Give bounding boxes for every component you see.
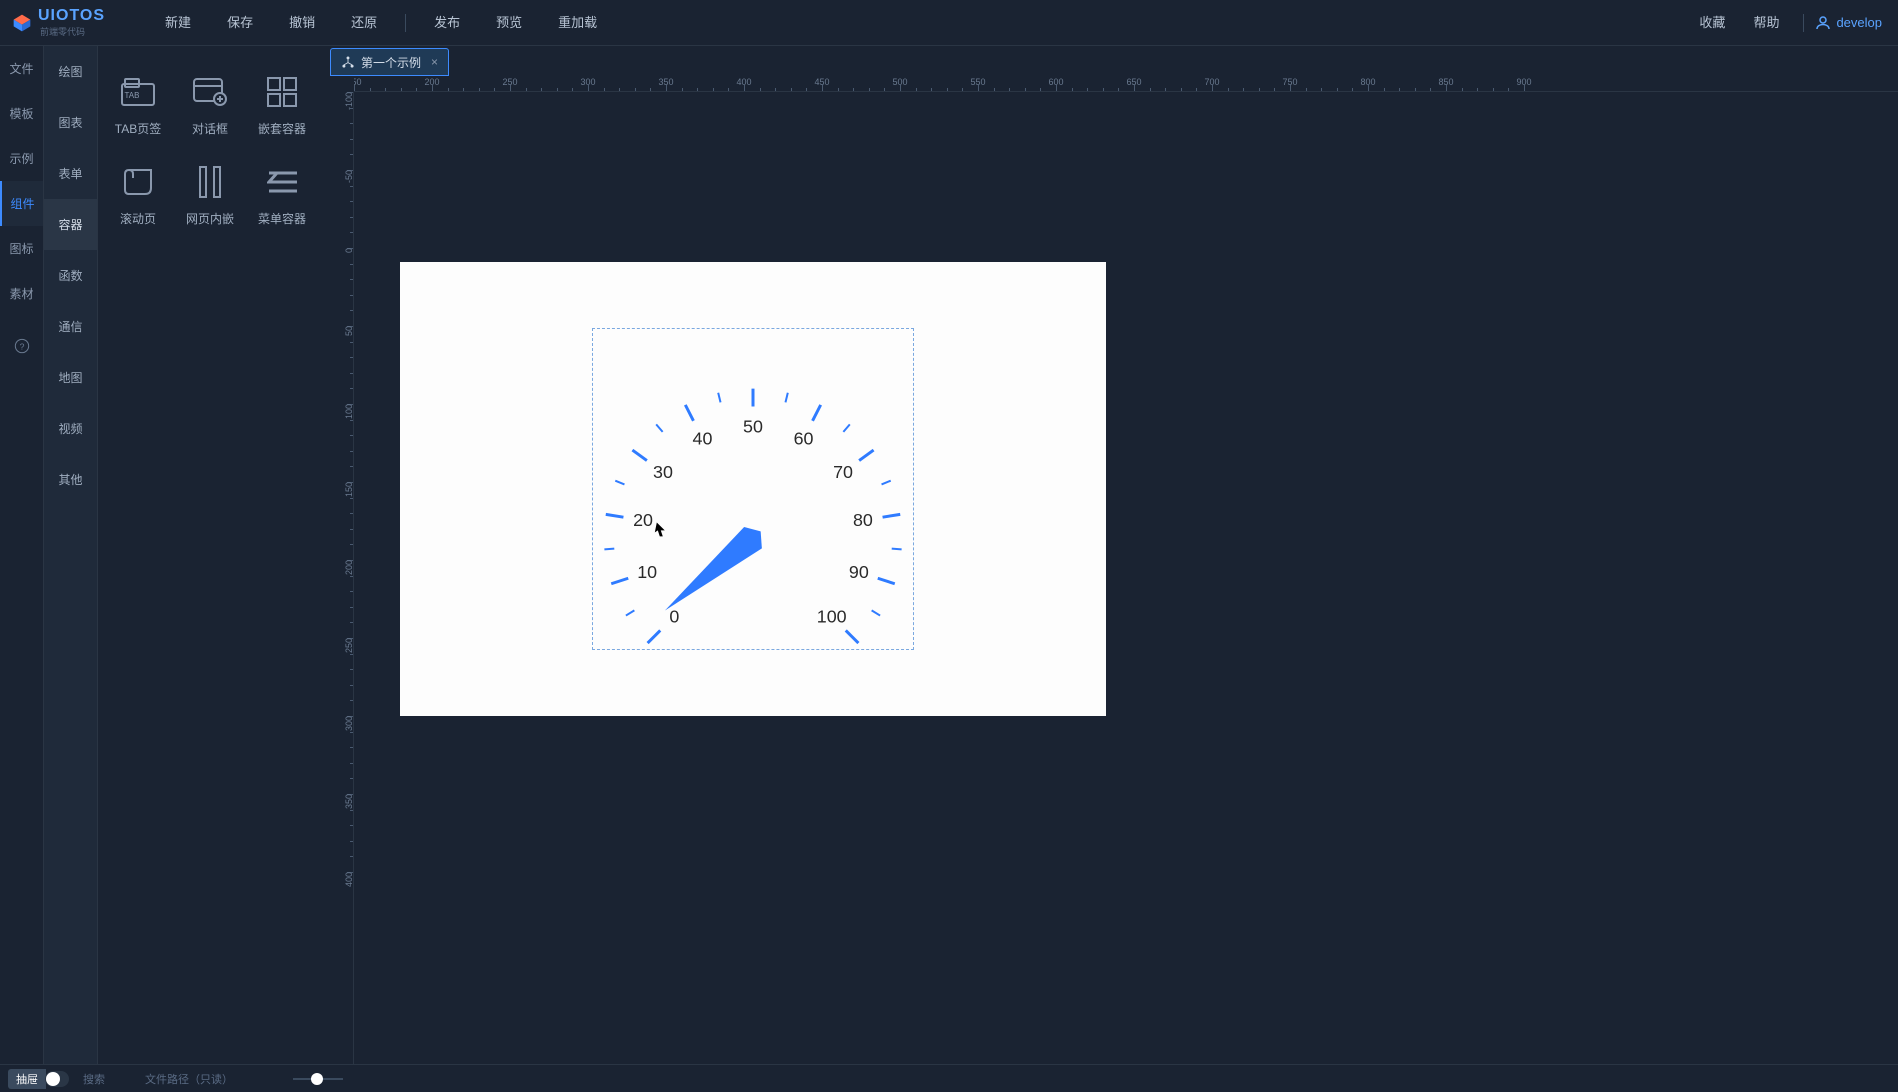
zoom-slider[interactable] <box>293 1078 343 1080</box>
app-name: UIOTOS <box>38 7 105 25</box>
menu-container-icon <box>264 164 300 200</box>
palette-dialog[interactable]: 对话框 <box>174 60 246 150</box>
palette-menu-container[interactable]: 菜单容器 <box>246 150 318 240</box>
tab-strip: 第一个示例 × <box>328 46 1898 76</box>
menu-undo[interactable]: 撤销 <box>271 0 333 46</box>
gauge-widget[interactable]: 0 10 20 30 40 50 60 70 80 90 100 <box>593 329 913 649</box>
palette-nested[interactable]: 嵌套容器 <box>246 60 318 150</box>
svg-text:80: 80 <box>853 510 873 530</box>
svg-text:90: 90 <box>849 562 869 582</box>
nav-example[interactable]: 示例 <box>0 136 43 181</box>
cat-video[interactable]: 视频 <box>44 403 97 454</box>
drawer-toggle-switch[interactable] <box>45 1071 69 1087</box>
nav-component[interactable]: 组件 <box>0 181 43 226</box>
status-bar: 抽屉 搜索 文件路径（只读） <box>0 1064 1898 1092</box>
component-palette: TAB TAB页签 对话框 嵌套容器 滚动页 网页内嵌 菜单容器 <box>98 46 328 1064</box>
gauge-selection-box[interactable]: 0 10 20 30 40 50 60 70 80 90 100 <box>592 328 914 650</box>
user-icon <box>1814 14 1832 32</box>
svg-text:100: 100 <box>817 606 847 626</box>
cat-function[interactable]: 函数 <box>44 250 97 301</box>
user-name: develop <box>1836 15 1882 30</box>
artboard[interactable]: 0 10 20 30 40 50 60 70 80 90 100 <box>400 262 1106 716</box>
vertical-ruler[interactable]: -100-50050100150200250300350400 <box>328 92 354 1064</box>
nav-icon[interactable]: 图标 <box>0 226 43 271</box>
ruler-corner <box>328 76 354 92</box>
palette-webview[interactable]: 网页内嵌 <box>174 150 246 240</box>
cat-form[interactable]: 表单 <box>44 148 97 199</box>
file-path-label: 文件路径（只读） <box>145 1071 233 1087</box>
dialog-icon <box>192 74 228 110</box>
svg-text:70: 70 <box>833 462 853 482</box>
category-nav: 绘图 图表 表单 容器 函数 通信 地图 视频 其他 <box>44 46 98 1064</box>
nav-template[interactable]: 模板 <box>0 91 43 136</box>
svg-text:?: ? <box>19 341 24 351</box>
cat-map[interactable]: 地图 <box>44 352 97 403</box>
webview-icon <box>192 164 228 200</box>
svg-text:20: 20 <box>633 510 653 530</box>
left-nav: 文件 模板 示例 组件 图标 素材 ? <box>0 46 44 1064</box>
top-menu-bar: UIOTOS 前端零代码 新建 保存 撤销 还原 发布 预览 重加载 收藏 帮助… <box>0 0 1898 46</box>
palette-label: 网页内嵌 <box>186 210 234 227</box>
menu-preview[interactable]: 预览 <box>478 0 540 46</box>
svg-text:10: 10 <box>637 562 657 582</box>
cat-comm[interactable]: 通信 <box>44 301 97 352</box>
tab-close-icon[interactable]: × <box>431 55 438 69</box>
horizontal-ruler[interactable]: 1502002503003504004505005506006507007508… <box>354 76 1898 92</box>
question-circle-icon: ? <box>14 338 30 354</box>
menu-publish[interactable]: 发布 <box>416 0 478 46</box>
cat-chart[interactable]: 图表 <box>44 97 97 148</box>
scroll-page-icon <box>120 164 156 200</box>
palette-label: 嵌套容器 <box>258 120 306 137</box>
app-logo: UIOTOS 前端零代码 <box>0 7 117 38</box>
palette-scroll[interactable]: 滚动页 <box>102 150 174 240</box>
palette-label: 菜单容器 <box>258 210 306 227</box>
tab-label: 第一个示例 <box>361 54 421 71</box>
tab-current[interactable]: 第一个示例 × <box>330 48 449 76</box>
menu-separator <box>1803 14 1804 32</box>
menu-help[interactable]: 帮助 <box>1739 0 1793 46</box>
user-menu[interactable]: develop <box>1814 14 1882 32</box>
topbar-right: 收藏 帮助 develop <box>1685 0 1898 46</box>
menu-save[interactable]: 保存 <box>209 0 271 46</box>
menu-new[interactable]: 新建 <box>147 0 209 46</box>
nav-help-icon[interactable]: ? <box>0 324 43 371</box>
drawer-toggle-label[interactable]: 抽屉 <box>8 1069 46 1089</box>
svg-text:40: 40 <box>693 428 713 448</box>
app-tagline: 前端零代码 <box>40 25 105 38</box>
cat-container[interactable]: 容器 <box>44 199 97 250</box>
svg-text:TAB: TAB <box>125 91 140 100</box>
cat-draw[interactable]: 绘图 <box>44 46 97 97</box>
hierarchy-icon <box>341 55 355 69</box>
menu-separator <box>405 14 406 32</box>
nested-container-icon <box>264 74 300 110</box>
cat-other[interactable]: 其他 <box>44 454 97 505</box>
palette-tab-page[interactable]: TAB TAB页签 <box>102 60 174 150</box>
palette-label: TAB页签 <box>115 120 161 137</box>
nav-material[interactable]: 素材 <box>0 271 43 316</box>
svg-text:50: 50 <box>743 416 763 436</box>
palette-label: 对话框 <box>192 120 228 137</box>
svg-text:30: 30 <box>653 462 673 482</box>
menu-favorite[interactable]: 收藏 <box>1685 0 1739 46</box>
search-input[interactable]: 搜索 <box>83 1071 105 1087</box>
svg-text:0: 0 <box>669 606 679 626</box>
menu-reload[interactable]: 重加载 <box>540 0 615 46</box>
tab-page-icon: TAB <box>120 74 156 110</box>
nav-file[interactable]: 文件 <box>0 46 43 91</box>
menu-redo[interactable]: 还原 <box>333 0 395 46</box>
palette-label: 滚动页 <box>120 210 156 227</box>
main-menu: 新建 保存 撤销 还原 发布 预览 重加载 <box>147 0 615 46</box>
logo-icon <box>12 13 32 33</box>
canvas-viewport[interactable]: 0 10 20 30 40 50 60 70 80 90 100 <box>354 92 1898 1064</box>
canvas-area: 第一个示例 × 15020025030035040045050055060065… <box>328 46 1898 1064</box>
svg-text:60: 60 <box>794 428 814 448</box>
